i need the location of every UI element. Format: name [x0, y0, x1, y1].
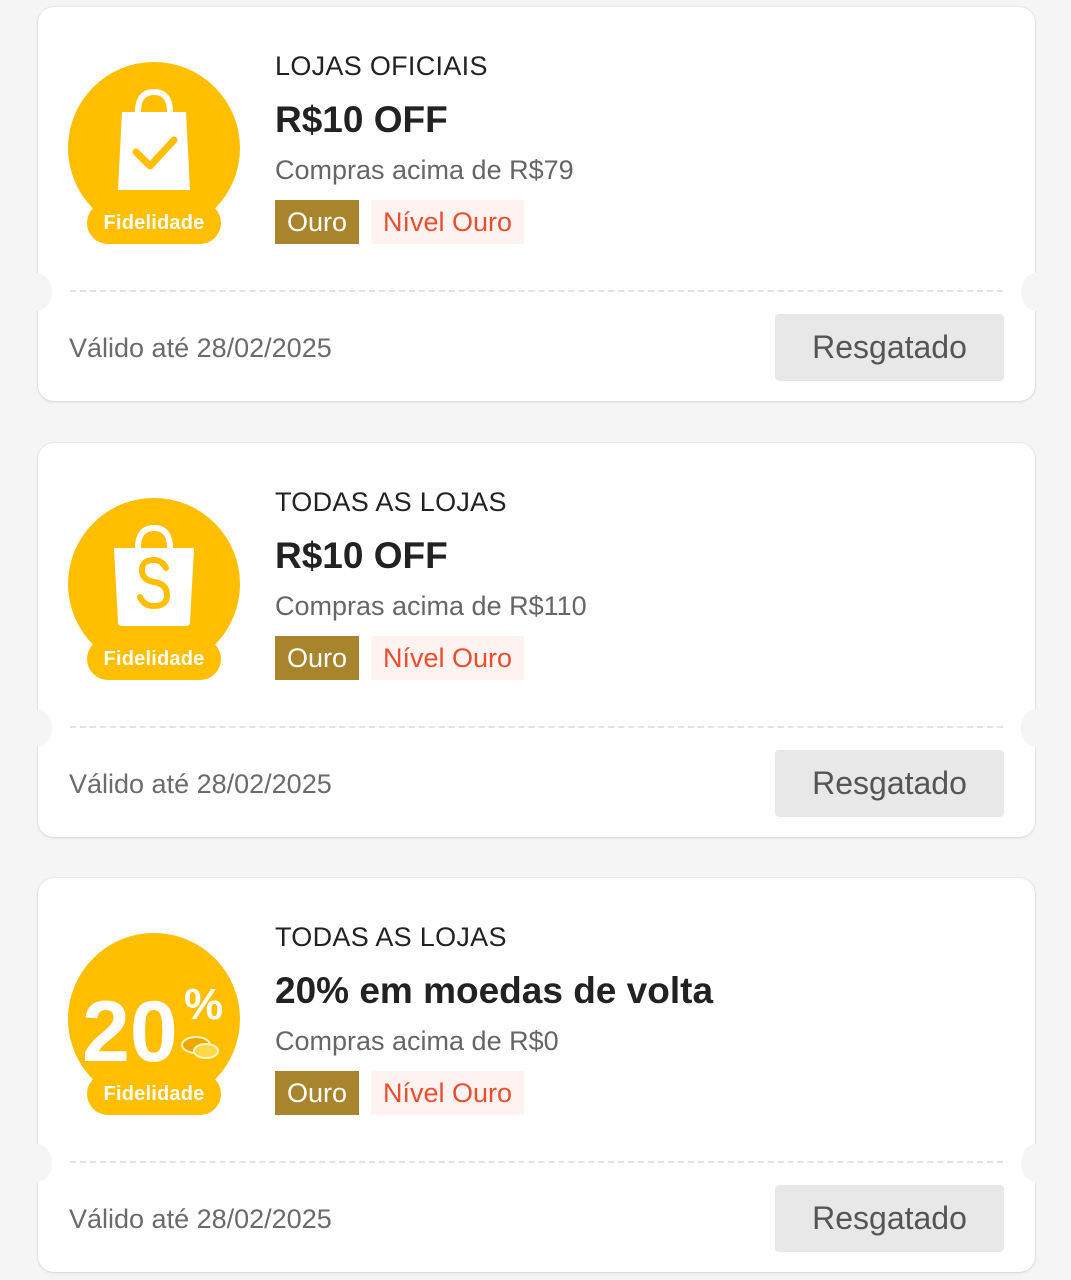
coupon-title: 20% em moedas de volta	[275, 970, 714, 1011]
redeemed-button[interactable]: Resgatado	[775, 314, 1004, 381]
coupon-notch-right	[1021, 1144, 1051, 1182]
coupon-condition: Compras acima de R$0	[275, 1026, 559, 1056]
level-tag: Nível Ouro	[371, 1071, 525, 1115]
badge-label: Fidelidade	[87, 638, 221, 680]
redeemed-button[interactable]: Resgatado	[775, 1185, 1004, 1252]
coupon-divider	[70, 1161, 1003, 1163]
coupon-divider	[70, 290, 1003, 292]
coupon-condition: Compras acima de R$79	[275, 155, 574, 185]
coupon-notch-left	[22, 273, 52, 311]
coupon-card: Fidelidade TODAS AS LOJAS R$10 OFF Compr…	[22, 443, 1051, 837]
coupon-card: 20 % Fidelidade TODAS AS LOJAS 20% em mo…	[22, 878, 1051, 1272]
loyalty-badge: Fidelidade	[68, 498, 240, 680]
loyalty-badge: Fidelidade	[68, 62, 240, 244]
coupon-notch-left	[22, 1144, 52, 1182]
coupon-divider	[70, 726, 1003, 728]
coupon-validity: Válido até 28/02/2025	[69, 769, 332, 799]
coin-icon	[193, 1043, 219, 1059]
redeemed-button[interactable]: Resgatado	[775, 750, 1004, 817]
coupon-category: TODAS AS LOJAS	[275, 922, 507, 952]
coupon-category: LOJAS OFICIAIS	[275, 51, 488, 81]
tier-tag: Ouro	[275, 636, 360, 680]
tier-tag: Ouro	[275, 200, 360, 244]
coupon-title: R$10 OFF	[275, 535, 448, 576]
coupon-card: Fidelidade LOJAS OFICIAIS R$10 OFF Compr…	[22, 7, 1051, 401]
coupon-title: R$10 OFF	[275, 99, 448, 140]
badge-label: Fidelidade	[87, 1073, 221, 1115]
coupon-validity: Válido até 28/02/2025	[69, 1204, 332, 1234]
coupon-category: TODAS AS LOJAS	[275, 487, 507, 517]
badge-label: Fidelidade	[87, 202, 221, 244]
coupon-notch-left	[22, 709, 52, 747]
coupon-validity: Válido até 28/02/2025	[69, 333, 332, 363]
coupon-notch-right	[1021, 273, 1051, 311]
coupon-notch-right	[1021, 709, 1051, 747]
level-tag: Nível Ouro	[371, 636, 525, 680]
badge-percent: %	[184, 980, 223, 1029]
coupon-condition: Compras acima de R$110	[275, 591, 587, 621]
loyalty-badge: 20 % Fidelidade	[68, 933, 240, 1115]
level-tag: Nível Ouro	[371, 200, 525, 244]
tier-tag: Ouro	[275, 1071, 360, 1115]
badge-number: 20	[82, 984, 178, 1080]
